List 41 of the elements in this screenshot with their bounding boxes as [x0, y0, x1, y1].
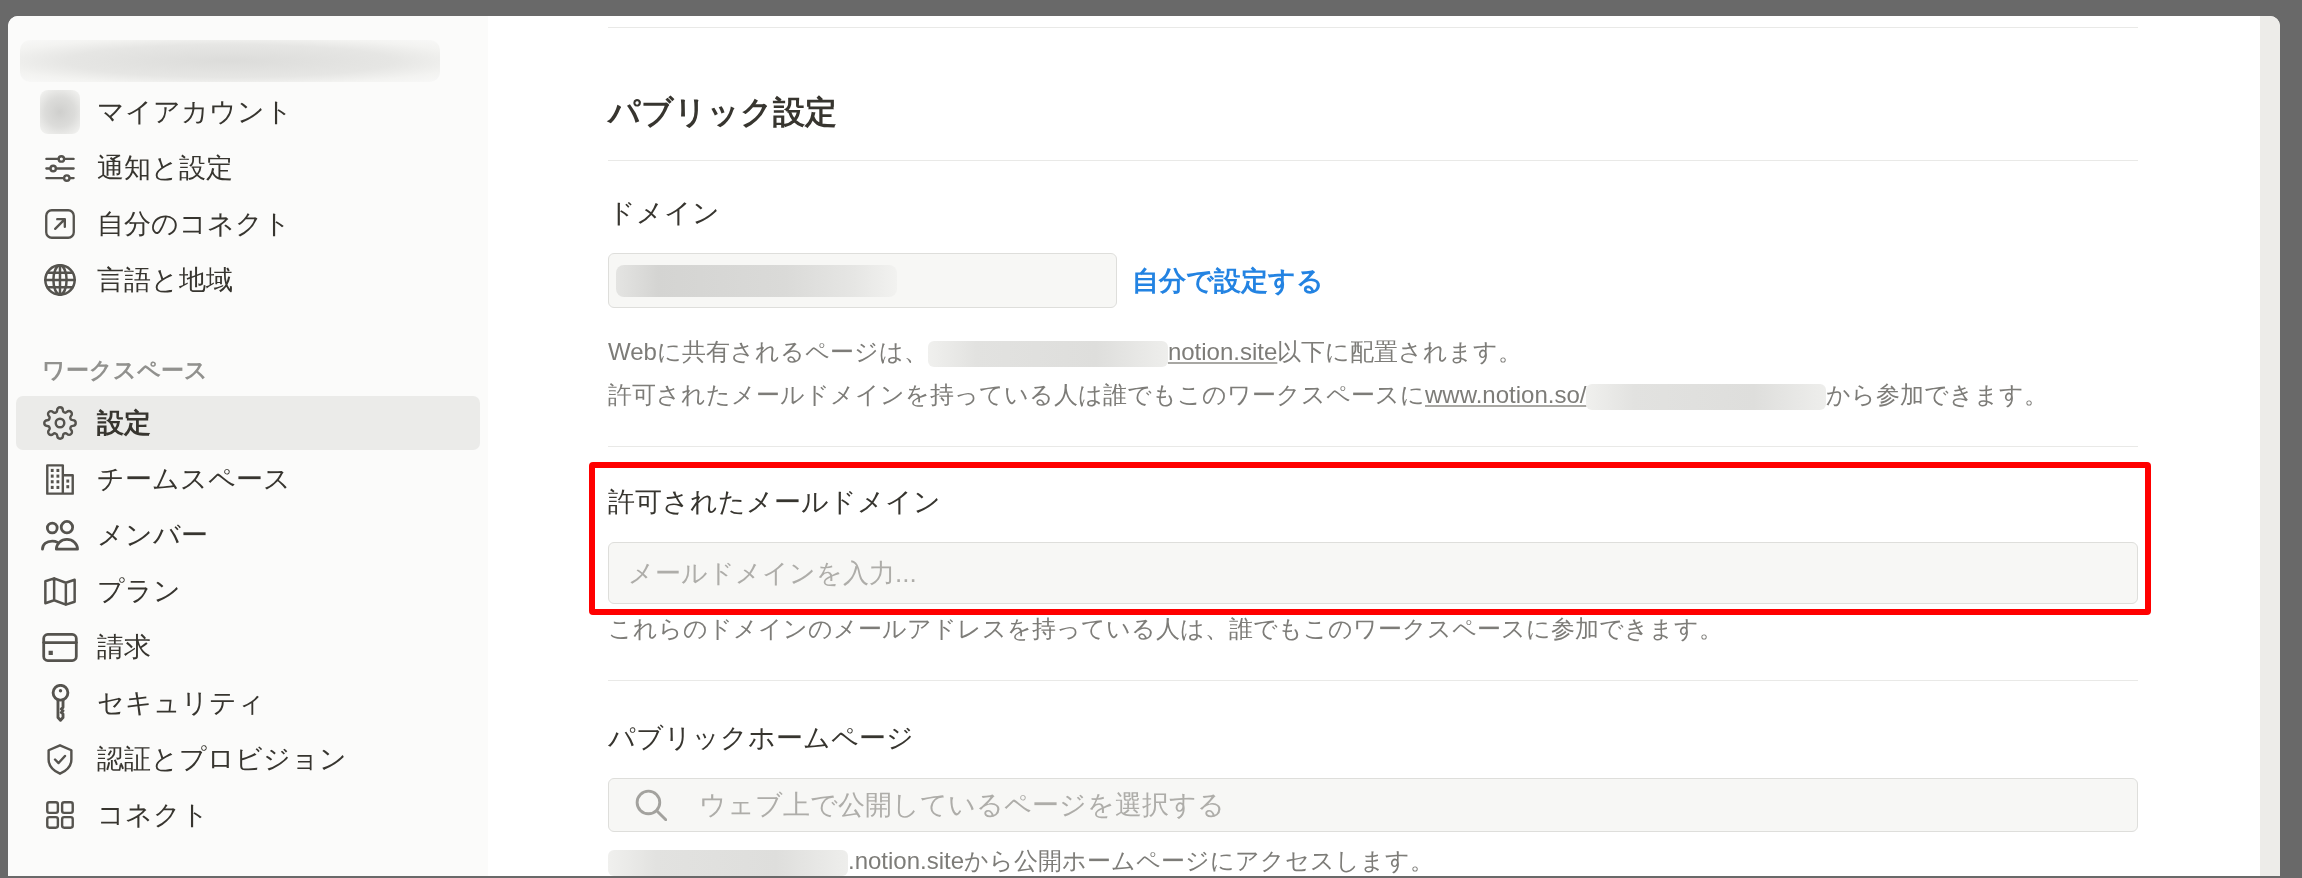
field-label: ドメイン [608, 197, 721, 230]
globe-icon [44, 264, 76, 296]
url-link[interactable]: notion.site [1167, 338, 1278, 365]
sidebar-item[interactable]: セキュリティ [16, 676, 480, 730]
sliders-icon [45, 154, 75, 182]
sidebar-item[interactable]: メンバー [16, 508, 480, 562]
building-icon [46, 463, 74, 495]
help-text: これらのドメインのメールアドレスを持っている人は、誰でもこのワークスペースに参加できます。 [608, 614, 1724, 644]
field-label: 許可されたメールドメイン [608, 486, 942, 519]
page-search-field[interactable]: ウェブ上で公開しているページを選択する [608, 778, 2138, 832]
sidebar-item[interactable]: 言語と地域 [16, 253, 480, 307]
settings-icon [43, 406, 77, 440]
sidebar-item[interactable]: 請求 [16, 620, 480, 674]
people-icon [41, 519, 79, 551]
sidebar-item[interactable]: マイアカウント [16, 85, 480, 139]
key-icon [50, 684, 70, 722]
shield-check-icon [47, 743, 73, 775]
map-icon [44, 576, 76, 606]
help-text: Webに共有されるページは、 notion.site以下に配置されます。 [608, 337, 1524, 369]
grid-icon [46, 801, 74, 829]
field-label: パブリックホームページ [608, 722, 915, 755]
sidebar-section-heading: ワークスペース [42, 356, 209, 385]
credit-card-icon [42, 632, 78, 662]
sidebar-item[interactable]: チームスペース [16, 452, 480, 506]
domain-field[interactable] [608, 253, 1117, 308]
sidebar-item[interactable]: プラン [16, 564, 480, 618]
sidebar-item[interactable]: 自分のコネクト [16, 197, 480, 251]
blurred-avatar-placeholder [40, 90, 80, 134]
scrollbar-track[interactable] [2260, 16, 2280, 876]
sidebar-item[interactable]: 通知と設定 [16, 141, 480, 195]
search-icon [635, 789, 667, 821]
arrow-square-icon [45, 209, 75, 239]
section-title: パブリック設定 [608, 93, 838, 132]
set-domain-link[interactable]: 自分で設定する [1132, 262, 1324, 299]
sidebar-item[interactable]: 設定 [16, 396, 480, 450]
help-text: 許可されたメールドメインを持っている人は誰でもこのワークスペースにwww.notion.so/ から参加できます。 [608, 380, 2050, 412]
help-text: .notion.siteから公開ホームページにアクセスします。 [608, 848, 2138, 876]
sidebar-item[interactable]: 認証とプロビジョン [16, 732, 480, 786]
email-domain-field[interactable]: メールドメインを入力... [608, 542, 2138, 604]
url-link[interactable]: www.notion.so/ [1425, 381, 1587, 408]
sidebar-item[interactable]: コネクト [16, 788, 480, 842]
